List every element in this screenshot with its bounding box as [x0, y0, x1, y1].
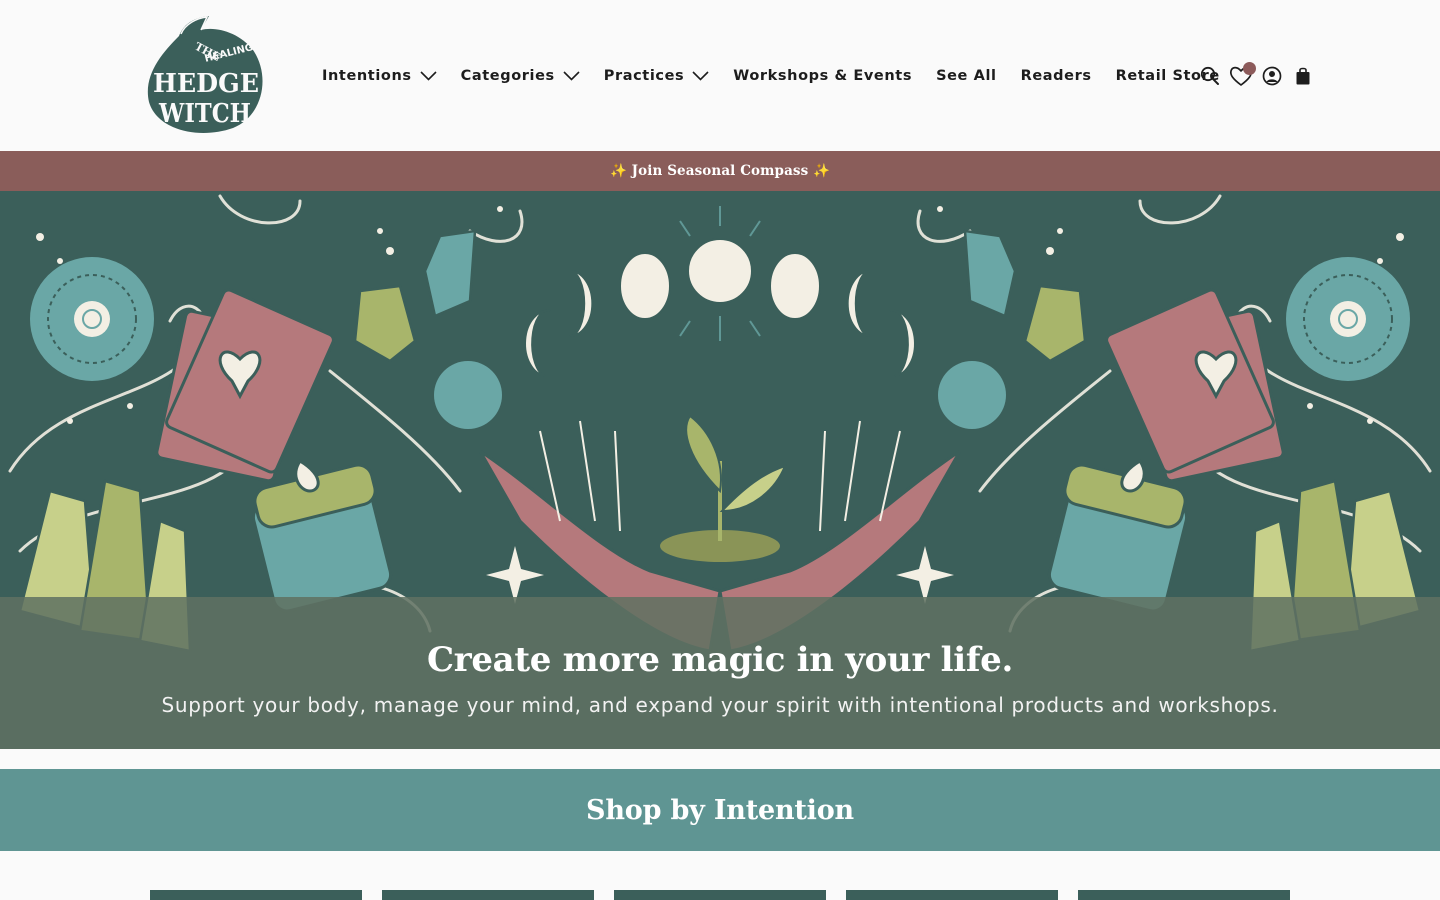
nav-label-intentions: Intentions — [322, 68, 412, 84]
logo-text-witch: WITCH — [158, 99, 251, 129]
search-icon — [1200, 66, 1219, 85]
site-header: THE HEALING HEDGE WITCH Intentions Categ… — [0, 0, 1440, 151]
hero-subtitle: Support your body, manage your mind, and… — [161, 693, 1279, 717]
main-nav: Intentions Categories Practices Workshop… — [322, 62, 1244, 90]
announcement-bar: ✨ Join Seasonal Compass ✨ — [0, 151, 1440, 191]
intention-card[interactable] — [150, 890, 362, 900]
intention-card[interactable] — [382, 890, 594, 900]
account-button[interactable] — [1258, 62, 1286, 90]
intention-card[interactable] — [846, 890, 1058, 900]
nav-label-practices: Practices — [603, 68, 685, 84]
cart-button[interactable] — [1289, 62, 1317, 90]
nav-label-see-all: See All — [936, 68, 997, 84]
intention-card[interactable] — [1078, 890, 1290, 900]
intention-card[interactable] — [614, 890, 826, 900]
nav-label-categories: Categories — [460, 68, 555, 84]
nav-item-intentions[interactable]: Intentions — [322, 62, 437, 90]
cart-bag-icon — [1296, 67, 1310, 85]
nav-item-categories[interactable]: Categories — [461, 62, 580, 90]
nav-label-readers: Readers — [1020, 68, 1092, 84]
site-logo[interactable]: THE HEALING HEDGE WITCH — [141, 14, 269, 136]
chevron-down-icon — [563, 71, 580, 81]
nav-label-workshops-events: Workshops & Events — [733, 68, 913, 84]
logo-text-hedge: HEDGE — [153, 69, 259, 99]
announcement-link[interactable]: ✨ Join Seasonal Compass ✨ — [610, 163, 830, 179]
section-title: Shop by Intention — [586, 794, 854, 826]
nav-item-readers[interactable]: Readers — [1021, 62, 1092, 90]
chevron-down-icon — [692, 71, 709, 81]
nav-item-practices[interactable]: Practices — [604, 62, 710, 90]
wishlist-button[interactable] — [1227, 62, 1256, 90]
nav-item-workshops-events[interactable]: Workshops & Events — [733, 62, 912, 90]
wishlist-count-badge — [1243, 62, 1256, 75]
intention-cards-row — [150, 890, 1290, 900]
hero-title: Create more magic in your life. — [426, 640, 1014, 680]
search-button[interactable] — [1196, 62, 1224, 90]
shop-by-intention-banner: Shop by Intention — [0, 769, 1440, 851]
nav-item-see-all[interactable]: See All — [936, 62, 997, 90]
chevron-down-icon — [420, 71, 437, 81]
account-icon — [1262, 66, 1282, 86]
header-icons — [1196, 62, 1320, 90]
